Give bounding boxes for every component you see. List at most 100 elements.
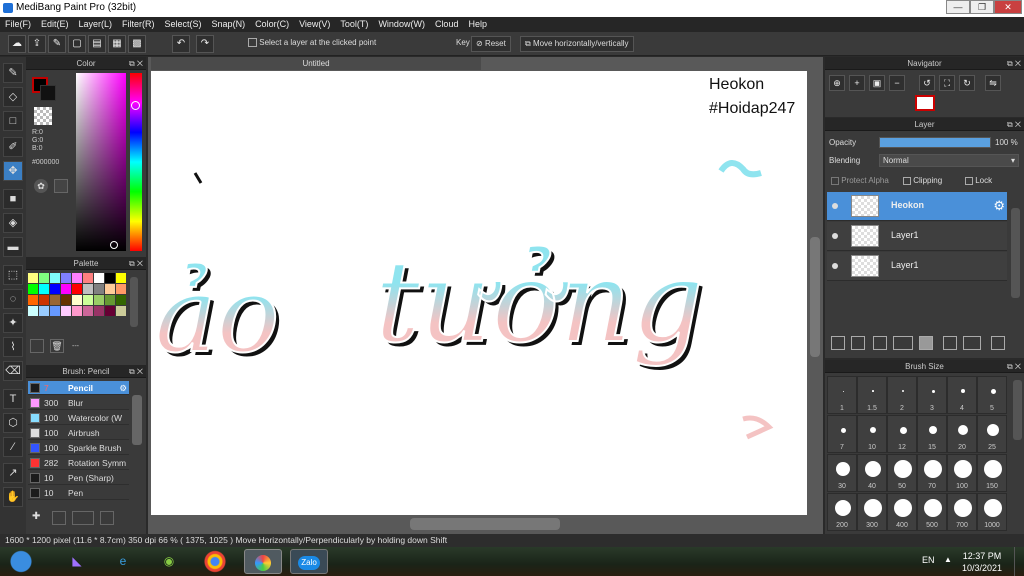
layer-scrollbar[interactable] (1011, 208, 1020, 298)
language-indicator[interactable]: EN (922, 555, 935, 565)
palette-swatch[interactable] (116, 295, 126, 305)
brush-size-cell[interactable]: 100 (947, 454, 977, 492)
zoom-in-icon[interactable]: + (849, 75, 865, 91)
lock-checkbox[interactable] (965, 176, 973, 185)
brush-list-item[interactable]: 282 Rotation Symm (28, 456, 129, 470)
palette-swatch[interactable] (116, 284, 126, 294)
palette-swatch[interactable] (105, 284, 115, 294)
palette-swatch[interactable] (83, 295, 93, 305)
palette-swatch[interactable] (39, 273, 49, 283)
opacity-slider[interactable] (879, 137, 991, 148)
magic-wand-icon[interactable]: ✦ (3, 313, 23, 333)
brush-size-cell[interactable]: 4 (947, 376, 977, 414)
menu-item[interactable]: Tool(T) (335, 17, 373, 29)
rotate-left-icon[interactable]: ↺ (919, 75, 935, 91)
menu-item[interactable]: Color(C) (250, 17, 294, 29)
palette-swatch[interactable] (83, 273, 93, 283)
visibility-eye-icon[interactable] (832, 263, 838, 269)
navigator-preview[interactable] (915, 95, 935, 111)
palette-swatch[interactable] (94, 273, 104, 283)
brush-size-cell[interactable]: 25 (977, 415, 1007, 453)
select-layer-option[interactable]: Select a layer at the clicked point (244, 36, 380, 52)
palette-swatch[interactable] (28, 284, 38, 294)
palette-swatch[interactable] (94, 306, 104, 316)
menu-item[interactable]: View(V) (294, 17, 335, 29)
move-tool-icon[interactable]: ✥ (3, 161, 23, 181)
text-tool-icon[interactable]: T (3, 389, 23, 409)
select-pen-icon[interactable]: ⌇ (3, 337, 23, 357)
new-layer-icon[interactable] (831, 336, 845, 350)
zoom-actual-icon[interactable]: ▣ (869, 75, 885, 91)
palette-swatch[interactable] (116, 273, 126, 283)
horizontal-scrollbar[interactable] (410, 518, 560, 530)
material-icon[interactable]: ▦ (108, 35, 126, 53)
brush-settings-icon[interactable] (100, 511, 114, 525)
hand-move-icon[interactable]: ↗ (3, 463, 23, 483)
zoom-out-icon[interactable]: − (889, 75, 905, 91)
brush-menu-icon[interactable] (72, 511, 94, 525)
palette-swatch[interactable] (39, 295, 49, 305)
hand-tool-icon[interactable]: ✋ (3, 487, 23, 507)
brush-list-item[interactable]: 10 Pen (28, 486, 129, 500)
menu-item[interactable]: Edit(E) (36, 17, 74, 29)
select-eraser-icon[interactable]: ⌫ (3, 361, 23, 381)
palette-swatch[interactable] (94, 284, 104, 294)
cloud-icon[interactable]: ☁ (8, 35, 26, 53)
brush-size-cell[interactable]: 300 (857, 493, 887, 531)
visibility-eye-icon[interactable] (832, 233, 838, 239)
palette-swatch[interactable] (61, 295, 71, 305)
close-icon[interactable]: ⧉ ✕ (1007, 118, 1021, 131)
reset-button[interactable]: ⊘ Reset (471, 36, 511, 52)
palette-swatch[interactable] (105, 273, 115, 283)
palette-swatch[interactable] (39, 306, 49, 316)
brush-list-item[interactable]: 10 Pen (Sharp) (28, 471, 129, 485)
trash-icon[interactable] (991, 336, 1005, 350)
sv-picker-handle[interactable] (110, 241, 118, 249)
brush-list-item[interactable]: 100 Sparkle Brush (28, 441, 129, 455)
minimize-button[interactable]: — (946, 0, 970, 14)
gear-icon[interactable]: ⚙ (119, 381, 127, 395)
lasso-icon[interactable]: ◌ (3, 289, 23, 309)
color-settings-icon[interactable] (54, 179, 68, 193)
layer-row[interactable]: Heokon ⚙ (827, 192, 1007, 221)
close-icon[interactable]: ⧉ ✕ (129, 57, 143, 70)
protect-alpha-option[interactable]: Protect Alpha (831, 176, 889, 185)
palette-swatch[interactable] (28, 306, 38, 316)
transparent-color-swatch[interactable] (34, 107, 52, 125)
restore-button[interactable]: ❐ (970, 0, 994, 14)
brush-list-item[interactable]: 7 Pencil ⚙ (28, 381, 129, 395)
brush-size-cell[interactable]: 200 (827, 493, 857, 531)
palette-scrollbar[interactable] (130, 277, 138, 327)
share-icon[interactable]: ⇪ (28, 35, 46, 53)
brush-size-cell[interactable]: 5 (977, 376, 1007, 414)
brush-size-cell[interactable]: 150 (977, 454, 1007, 492)
palette-swatch[interactable] (72, 273, 82, 283)
hue-slider[interactable] (130, 73, 142, 251)
palette-swatch[interactable] (50, 306, 60, 316)
brush-size-cell[interactable]: 500 (917, 493, 947, 531)
layer-row[interactable]: Layer1 (827, 252, 1007, 281)
fill-rect-tool-icon[interactable]: ■ (3, 189, 23, 209)
eyedropper-icon[interactable]: ⁄ (3, 437, 23, 457)
visibility-eye-icon[interactable] (832, 203, 838, 209)
brush-size-cell[interactable]: 3 (917, 376, 947, 414)
layer-menu-icon[interactable] (893, 336, 913, 350)
duplicate-layer-icon[interactable] (943, 336, 957, 350)
menu-item[interactable]: Help (463, 17, 492, 29)
vertical-scrollbar[interactable] (810, 237, 820, 357)
brush-size-cell[interactable]: 50 (887, 454, 917, 492)
color-wheel-icon[interactable]: ✿ (34, 179, 48, 193)
new-halftone-layer-icon[interactable] (873, 336, 887, 350)
add-palette-icon[interactable] (30, 339, 44, 353)
brush-add-icon[interactable]: ✚ (32, 511, 46, 525)
move-direction-button[interactable]: ⧉ Move horizontally/vertically (520, 36, 634, 52)
palette-swatch[interactable] (72, 284, 82, 294)
grid-icon[interactable]: ▩ (128, 35, 146, 53)
palette-swatch[interactable] (28, 273, 38, 283)
palette-swatch[interactable] (83, 306, 93, 316)
bucket-tool-icon[interactable]: ◈ (3, 213, 23, 233)
palette-swatch[interactable] (61, 284, 71, 294)
internet-explorer-icon[interactable]: e (104, 549, 142, 574)
protect-alpha-checkbox[interactable] (831, 176, 839, 185)
close-icon[interactable]: ⧉ ✕ (129, 257, 143, 270)
